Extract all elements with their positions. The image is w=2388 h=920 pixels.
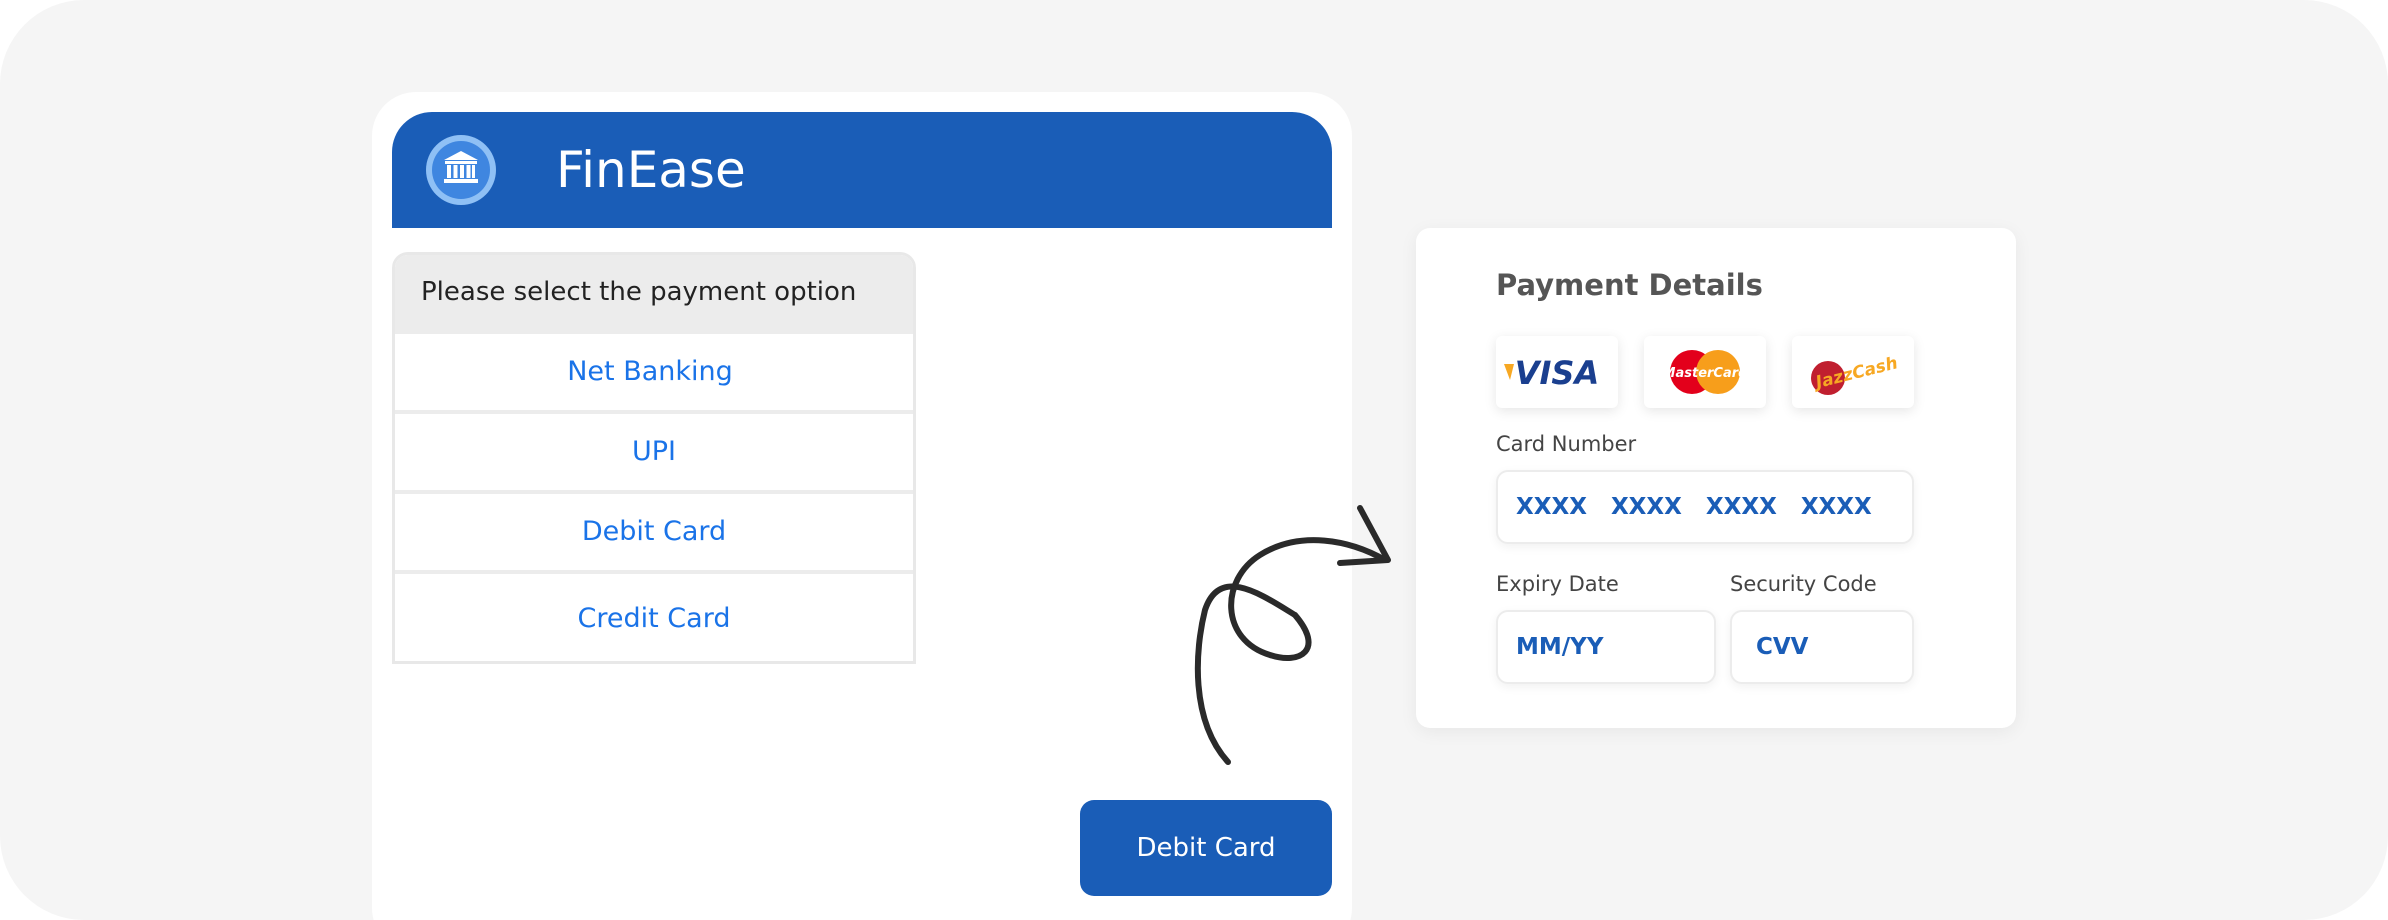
svg-text:MasterCard: MasterCard [1663, 366, 1749, 381]
page-background: FinEase Please select the payment option… [0, 0, 2388, 920]
payment-details-card: Payment Details VISA MasterCard JazzCash… [1416, 228, 2016, 728]
security-code-label: Security Code [1730, 572, 1877, 596]
mastercard-logo[interactable]: MasterCard [1644, 336, 1766, 408]
svg-text:VISA: VISA [1515, 354, 1599, 392]
curly-arrow-icon [1194, 505, 1391, 765]
security-code-field[interactable]: CVV [1730, 610, 1914, 684]
card-number-label: Card Number [1496, 432, 1637, 456]
card-number-field[interactable]: XXXX XXXX XXXX XXXX [1496, 470, 1914, 544]
expiry-date-field[interactable]: MM/YY [1496, 610, 1716, 684]
visa-logo[interactable]: VISA [1496, 336, 1618, 408]
expiry-date-label: Expiry Date [1496, 572, 1619, 596]
svg-text:JazzCash: JazzCash [1811, 353, 1900, 393]
payment-details-title: Payment Details [1496, 268, 1763, 302]
jazzcash-logo[interactable]: JazzCash [1792, 336, 1914, 408]
